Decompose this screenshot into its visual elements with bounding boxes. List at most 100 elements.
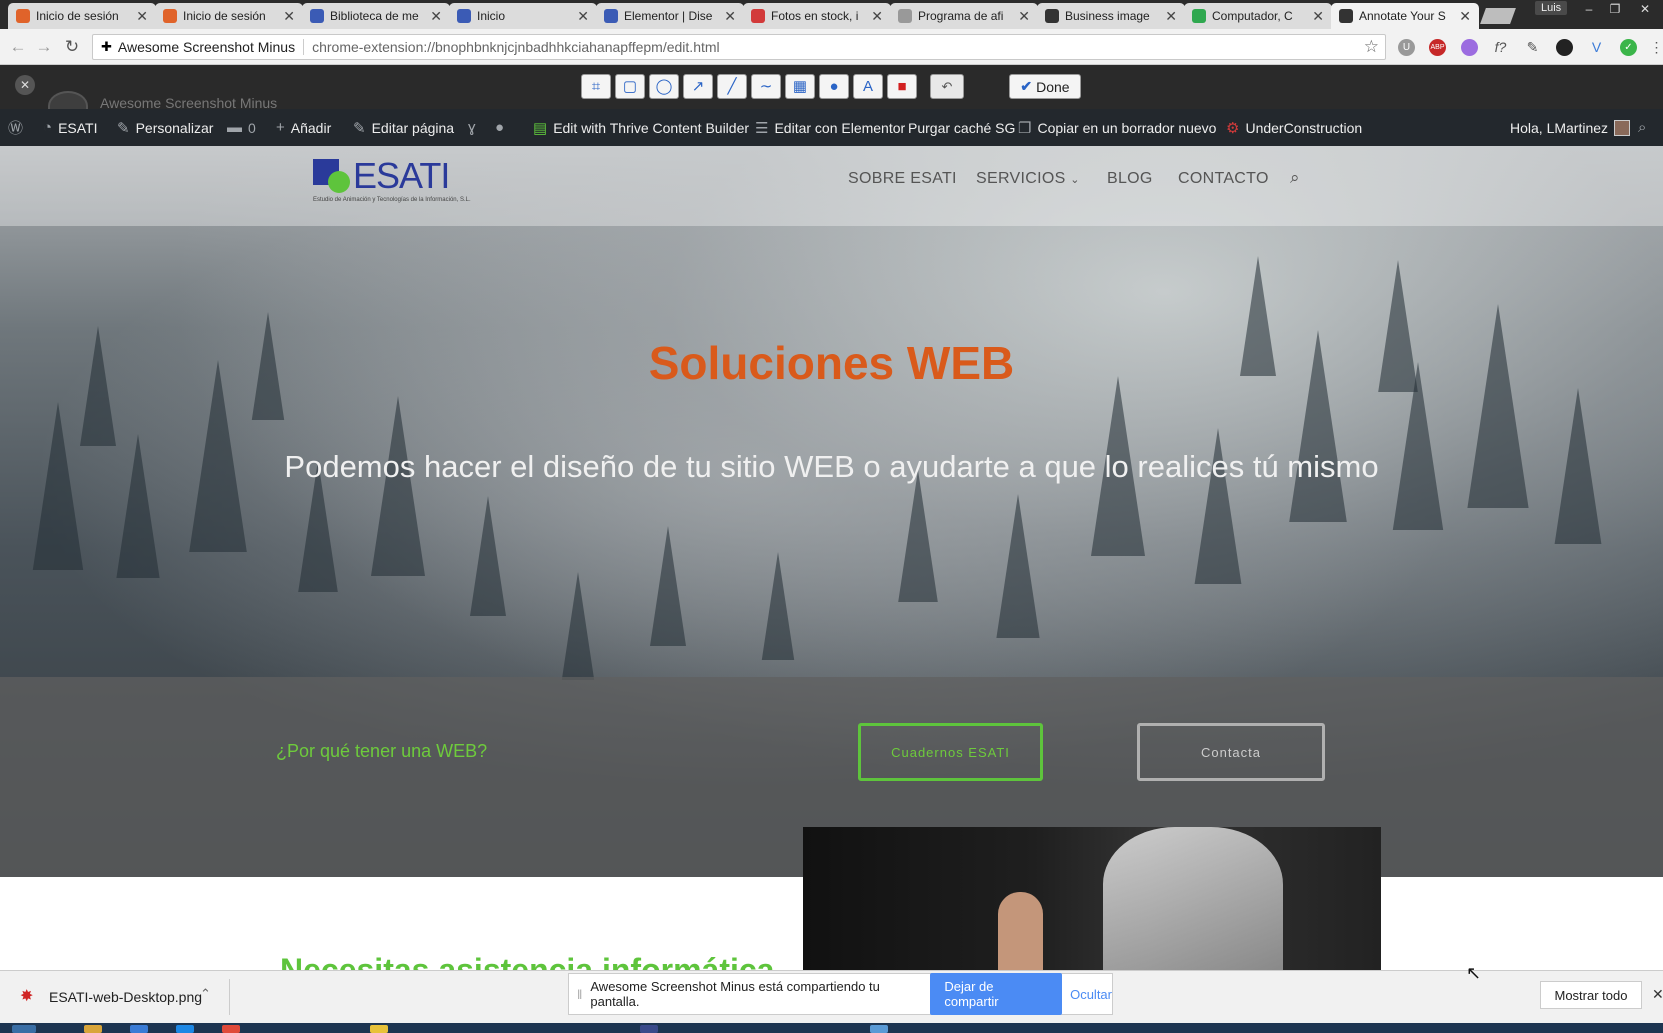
maximize-icon[interactable]: ❐ bbox=[1606, 2, 1624, 16]
eyedropper-icon[interactable]: ✎ bbox=[1524, 39, 1541, 56]
font-extension-icon[interactable]: f? bbox=[1492, 39, 1509, 56]
stop-sharing-button[interactable]: Dejar de compartir bbox=[930, 973, 1063, 1015]
browser-tab[interactable]: Programa de afi ✕ bbox=[890, 3, 1038, 29]
wpbar-add[interactable]: + Añadir bbox=[276, 109, 331, 146]
extension-purple-icon[interactable] bbox=[1461, 39, 1478, 56]
drag-handle-icon[interactable]: ‖ bbox=[577, 987, 582, 1002]
blur-icon[interactable]: ▦ bbox=[785, 74, 815, 99]
wordpress-logo-icon[interactable]: Ⓦ bbox=[8, 109, 23, 146]
wpbar-site[interactable]: ◔ ESATI bbox=[43, 109, 97, 146]
browser-tab[interactable]: Elementor | Dise ✕ bbox=[596, 3, 744, 29]
contacta-button[interactable]: Contacta bbox=[1137, 723, 1325, 781]
extension-check-icon[interactable]: ✓ bbox=[1620, 39, 1637, 56]
website-viewport: ESATI Estudio de Animación y Tecnologías… bbox=[0, 146, 1663, 970]
tab-close-icon[interactable]: ✕ bbox=[577, 8, 589, 25]
wpbar-account[interactable]: Hola, LMartinez bbox=[1510, 109, 1631, 146]
taskbar-app-icon[interactable] bbox=[130, 1025, 148, 1033]
tab-close-icon[interactable]: ✕ bbox=[1018, 8, 1030, 25]
adblock-icon[interactable]: ABP bbox=[1429, 39, 1446, 56]
rectangle-icon[interactable]: ▢ bbox=[615, 74, 645, 99]
site-logo[interactable]: ESATI Estudio de Animación y Tecnologías… bbox=[313, 155, 471, 213]
taskbar-chrome-icon[interactable] bbox=[222, 1025, 240, 1033]
why-web-link[interactable]: ¿Por qué tener una WEB? bbox=[276, 741, 487, 762]
back-icon[interactable]: ← bbox=[8, 37, 28, 57]
chevron-up-icon[interactable]: ⌃ bbox=[200, 986, 211, 1002]
ellipse-icon[interactable]: ◯ bbox=[649, 74, 679, 99]
tab-close-icon[interactable]: ✕ bbox=[283, 8, 295, 25]
wpbar-thrive[interactable]: ▤ Edit with Thrive Content Builder bbox=[533, 109, 749, 146]
arrow-icon[interactable]: ↗ bbox=[683, 74, 713, 99]
forward-icon[interactable]: → bbox=[34, 37, 54, 57]
extension-v-icon[interactable]: V bbox=[1588, 39, 1605, 56]
tab-close-icon[interactable]: ✕ bbox=[1165, 8, 1177, 25]
wpbar-comments[interactable]: ▬ 0 bbox=[227, 109, 256, 146]
tree-silhouette bbox=[650, 526, 686, 646]
crop-icon[interactable]: ⌗ bbox=[581, 74, 611, 99]
wpbar-edit-page[interactable]: ✎ Editar página bbox=[353, 109, 454, 146]
menu-sobre-esati[interactable]: SOBRE ESATI bbox=[848, 170, 957, 188]
reload-icon[interactable]: ↻ bbox=[62, 37, 82, 57]
browser-tab[interactable]: Inicio de sesión ✕ bbox=[8, 3, 156, 29]
tab-title: Elementor | Dise bbox=[624, 9, 713, 23]
wpbar-under-construction[interactable]: ⚙ UnderConstruction bbox=[1226, 109, 1362, 146]
chrome-menu-icon[interactable]: ⋮ bbox=[1648, 39, 1663, 56]
undo-icon[interactable]: ↶ bbox=[930, 74, 964, 99]
minimize-icon[interactable]: – bbox=[1580, 2, 1598, 16]
taskbar-folder-icon[interactable] bbox=[84, 1025, 102, 1033]
menu-blog[interactable]: BLOG bbox=[1107, 170, 1153, 188]
tab-close-icon[interactable]: ✕ bbox=[1459, 8, 1471, 25]
browser-tab[interactable]: Computador, C ✕ bbox=[1184, 3, 1332, 29]
browser-tab[interactable]: Biblioteca de me ✕ bbox=[302, 3, 450, 29]
start-button-icon[interactable] bbox=[12, 1025, 36, 1033]
wpbar-purge-label: Purgar caché SG bbox=[908, 119, 1016, 136]
close-shelf-icon[interactable]: ✕ bbox=[1652, 986, 1663, 1003]
taskbar-app3-icon[interactable] bbox=[640, 1025, 658, 1033]
browser-tab[interactable]: Annotate Your S ✕ bbox=[1331, 3, 1479, 29]
download-file-name[interactable]: ESATI-web-Desktop.png bbox=[49, 989, 202, 1005]
wpbar-elementor[interactable]: ☰ Editar con Elementor bbox=[755, 109, 905, 146]
wpbar-copy-draft[interactable]: ❐ Copiar en un borrador nuevo bbox=[1018, 109, 1216, 146]
bookmark-star-icon[interactable]: ☆ bbox=[1364, 37, 1379, 57]
wpbar-purge[interactable]: Purgar caché SG bbox=[908, 109, 1015, 146]
menu-servicios[interactable]: SERVICIOS ⌄ bbox=[976, 170, 1080, 188]
done-button[interactable]: ✔ Done bbox=[1009, 74, 1081, 99]
checkmark-icon: ✔ bbox=[1020, 78, 1033, 94]
curve-icon[interactable]: ∼ bbox=[751, 74, 781, 99]
color-icon[interactable]: ■ bbox=[887, 74, 917, 99]
brush-icon: ✎ bbox=[117, 119, 130, 137]
taskbar-ie-icon[interactable] bbox=[176, 1025, 194, 1033]
wpbar-customize[interactable]: ✎ Personalizar bbox=[117, 109, 213, 146]
tab-favicon-icon bbox=[16, 9, 30, 23]
drop-icon[interactable]: ● bbox=[819, 74, 849, 99]
extension-u-icon[interactable]: U bbox=[1398, 39, 1415, 56]
screenshot-extension-icon[interactable] bbox=[1556, 39, 1573, 56]
tab-close-icon[interactable]: ✕ bbox=[871, 8, 883, 25]
tab-close-icon[interactable]: ✕ bbox=[724, 8, 736, 25]
line-icon[interactable]: ╱ bbox=[717, 74, 747, 99]
taskbar-app2-icon[interactable] bbox=[370, 1025, 388, 1033]
show-all-button[interactable]: Mostrar todo bbox=[1540, 981, 1642, 1009]
browser-tab[interactable]: Inicio de sesión ✕ bbox=[155, 3, 303, 29]
browser-tab[interactable]: Business image ✕ bbox=[1037, 3, 1185, 29]
browser-tab[interactable]: Inicio ✕ bbox=[449, 3, 597, 29]
close-annotation-icon[interactable]: ✕ bbox=[15, 75, 35, 95]
cuadernos-button[interactable]: Cuadernos ESATI bbox=[858, 723, 1043, 781]
new-tab-button[interactable] bbox=[1480, 8, 1516, 24]
search-icon[interactable]: ⌕ bbox=[1290, 168, 1300, 188]
close-window-icon[interactable]: ✕ bbox=[1636, 2, 1654, 16]
done-label: Done bbox=[1036, 78, 1070, 95]
share-text: Awesome Screenshot Minus está compartien… bbox=[590, 979, 880, 1009]
tab-close-icon[interactable]: ✕ bbox=[136, 8, 148, 25]
text-icon[interactable]: A bbox=[853, 74, 883, 99]
browser-tab[interactable]: Fotos en stock, i ✕ bbox=[743, 3, 891, 29]
taskbar-app4-icon[interactable] bbox=[870, 1025, 888, 1033]
tab-close-icon[interactable]: ✕ bbox=[1312, 8, 1324, 25]
tab-close-icon[interactable]: ✕ bbox=[430, 8, 442, 25]
yoast-icon[interactable]: ɣ bbox=[468, 109, 476, 146]
profile-button[interactable]: Luis bbox=[1535, 1, 1568, 15]
address-bar[interactable]: ✚ Awesome Screenshot Minus chrome-extens… bbox=[92, 34, 1386, 60]
hide-button[interactable]: Ocultar bbox=[1070, 987, 1112, 1002]
wpbar-search-icon[interactable]: ⌕ bbox=[1638, 109, 1646, 146]
menu-contacto[interactable]: CONTACTO bbox=[1178, 170, 1269, 188]
business-photo bbox=[803, 827, 1381, 970]
